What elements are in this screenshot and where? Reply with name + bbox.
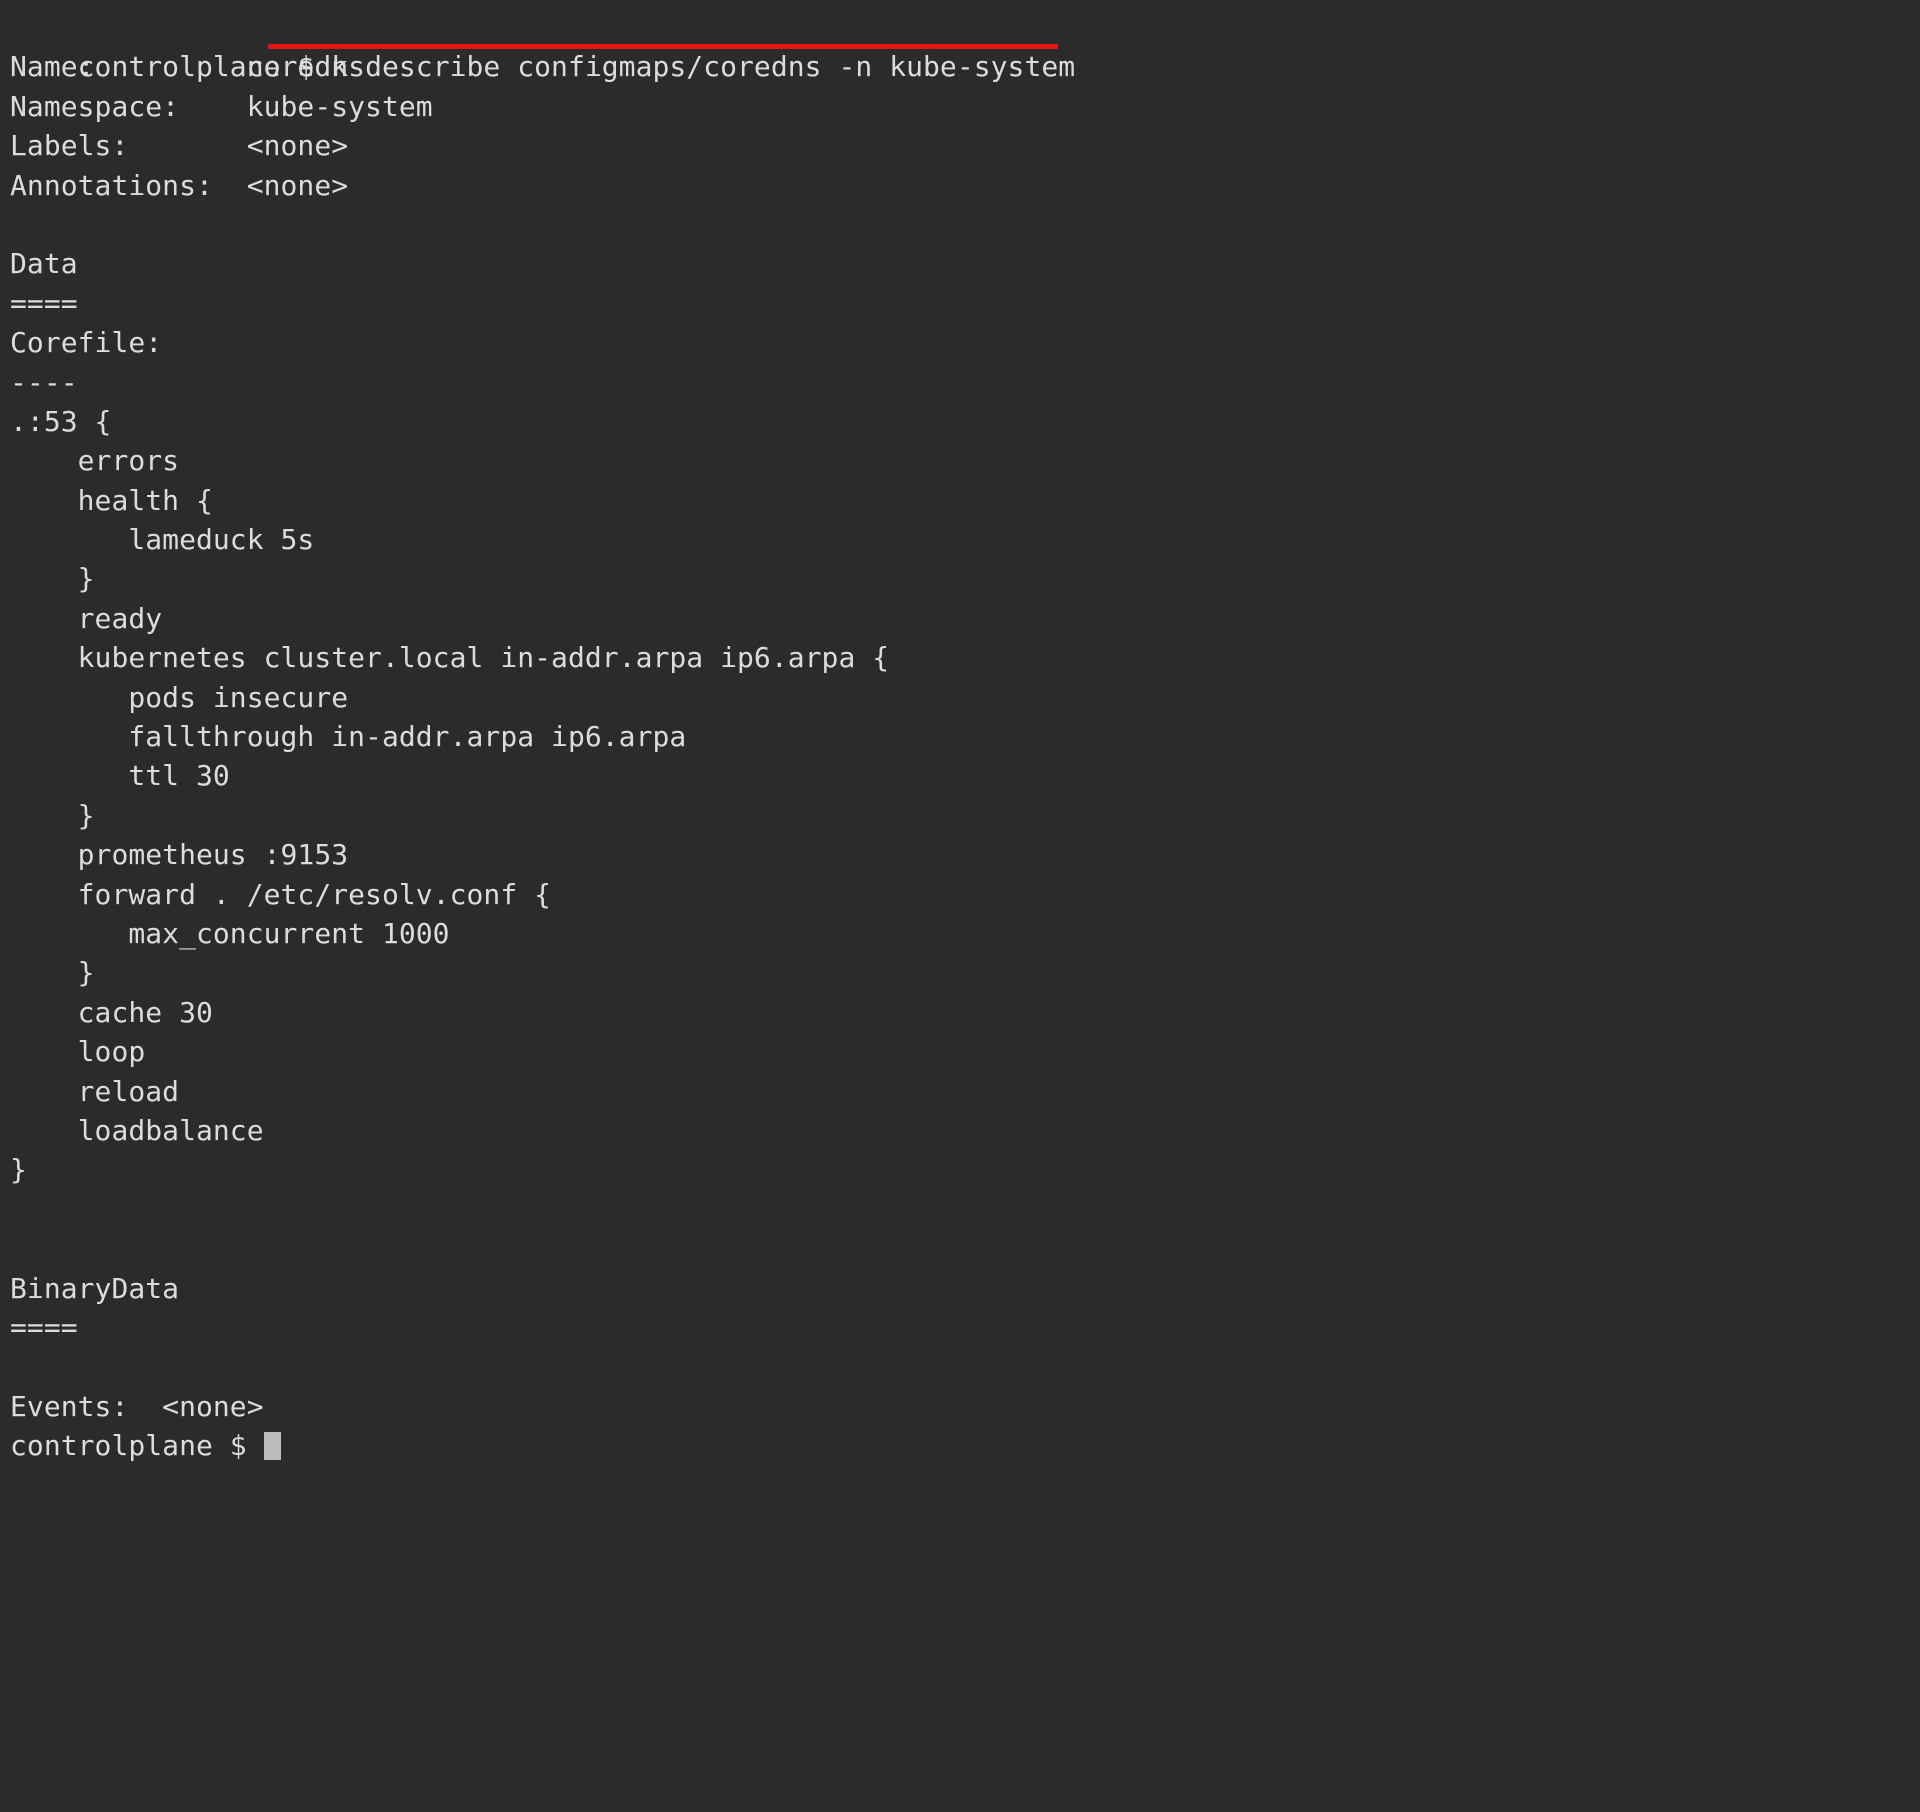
final-prompt-line[interactable]: controlplane $: [10, 1426, 1920, 1465]
output-line-data-rule: ====: [10, 286, 78, 320]
corefile-line-ready: ready: [10, 601, 163, 635]
corefile-line-forward-open: forward . /etc/resolv.conf {: [10, 877, 552, 911]
corefile-line-ttl: ttl 30: [10, 759, 230, 793]
corefile-line-server-block-open: .:53 {: [10, 404, 112, 438]
output-line-binarydata-rule: ====: [10, 1310, 78, 1344]
output-line-corefile-rule: ----: [10, 365, 78, 399]
corefile-line-kubernetes-close: }: [10, 798, 95, 832]
corefile-line-max-concurrent: max_concurrent 1000: [10, 916, 450, 950]
output-line-events: Events: <none>: [10, 1389, 264, 1423]
corefile-line-loop: loop: [10, 1035, 146, 1069]
output-line-labels: Labels: <none>: [10, 129, 349, 163]
output-line-name: Name: coredns: [10, 50, 366, 84]
output-line-annotations: Annotations: <none>: [10, 168, 349, 202]
corefile-line-prometheus: prometheus :9153: [10, 838, 349, 872]
text-cursor: [263, 1432, 281, 1461]
terminal-window[interactable]: controlplane $ k describe configmaps/cor…: [0, 0, 1920, 1812]
output-line-binarydata-heading: BinaryData: [10, 1271, 180, 1305]
output-line-namespace: Namespace: kube-system: [10, 89, 433, 123]
corefile-line-lameduck: lameduck 5s: [10, 523, 315, 557]
corefile-line-health-close: }: [10, 562, 95, 596]
command-prompt-line: controlplane $ k describe configmaps/cor…: [10, 8, 1920, 83]
output-line-data-heading: Data: [10, 247, 78, 281]
output-line-blank-1: [10, 205, 1920, 244]
corefile-line-loadbalance: loadbalance: [10, 1113, 264, 1147]
corefile-line-server-block-close: }: [10, 1153, 27, 1187]
corefile-line-kubernetes-open: kubernetes cluster.local in-addr.arpa ip…: [10, 641, 890, 675]
corefile-line-fallthrough: fallthrough in-addr.arpa ip6.arpa: [10, 720, 687, 754]
output-line-blank-3: [10, 1229, 1920, 1268]
corefile-line-forward-close: }: [10, 956, 95, 990]
corefile-line-reload: reload: [10, 1074, 180, 1108]
corefile-line-pods-insecure: pods insecure: [10, 680, 349, 714]
corefile-line-health-open: health {: [10, 483, 213, 517]
corefile-line-errors: errors: [10, 444, 180, 478]
final-prompt-text: controlplane $: [10, 1429, 264, 1463]
output-line-blank-4: [10, 1347, 1920, 1386]
output-line-blank-2: [10, 1190, 1920, 1229]
output-line-corefile-key: Corefile:: [10, 326, 163, 360]
corefile-line-cache: cache 30: [10, 995, 213, 1029]
